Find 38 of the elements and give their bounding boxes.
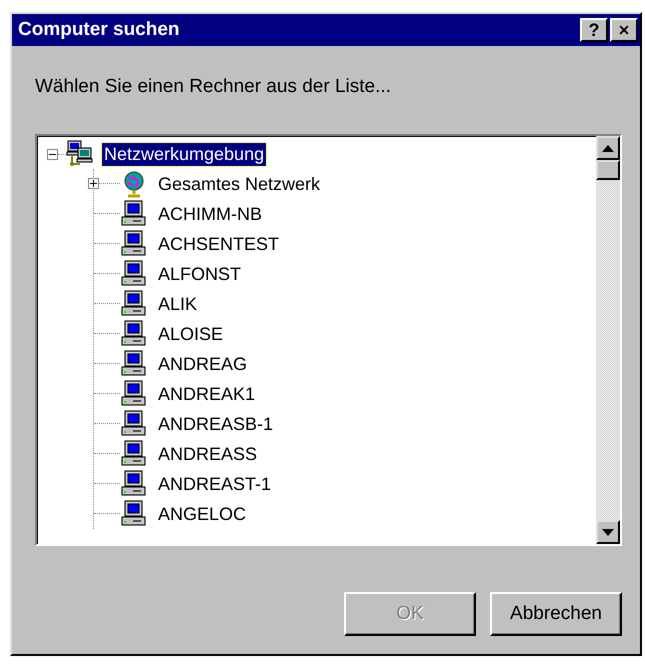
- tree-item[interactable]: ANDREASS: [156, 442, 260, 466]
- scroll-thumb[interactable]: [596, 160, 620, 180]
- computer-icon: [120, 350, 148, 378]
- tree-item[interactable]: ANDREAG: [156, 352, 250, 376]
- tree-item[interactable]: ANDREAST-1: [156, 472, 274, 496]
- scroll-down-button[interactable]: [596, 520, 620, 544]
- cancel-button[interactable]: Abbrechen: [490, 592, 622, 636]
- tree-item[interactable]: ALOISE: [156, 322, 226, 346]
- network-computers-icon: [66, 140, 94, 168]
- up-arrow-icon: [602, 144, 614, 152]
- collapse-icon[interactable]: [47, 148, 58, 160]
- computer-icon: [120, 440, 148, 468]
- tree-item[interactable]: ACHSENTEST: [156, 232, 282, 256]
- computer-icon: [120, 410, 148, 438]
- down-arrow-icon: [602, 528, 614, 536]
- tree-item[interactable]: Gesamtes Netzwerk: [156, 172, 322, 196]
- computer-icon: [120, 320, 148, 348]
- close-button[interactable]: ×: [610, 18, 638, 42]
- help-button[interactable]: ?: [580, 18, 608, 42]
- computer-icon: [120, 230, 148, 258]
- tree-item[interactable]: ALIK: [156, 292, 200, 316]
- computer-icon: [120, 380, 148, 408]
- computer-icon: [120, 500, 148, 528]
- computer-icon: [120, 200, 148, 228]
- expand-icon[interactable]: [88, 178, 99, 189]
- tree-item[interactable]: ANDREAK1: [156, 382, 258, 406]
- tree-item[interactable]: ANGELOC: [156, 502, 248, 526]
- vertical-scrollbar[interactable]: [596, 136, 620, 544]
- scroll-up-button[interactable]: [596, 136, 620, 160]
- window-title: Computer suchen: [18, 19, 180, 41]
- tree-item[interactable]: Netzwerkumgebung: [102, 142, 266, 166]
- tree-item[interactable]: ALFONST: [156, 262, 244, 286]
- computer-icon: [120, 260, 148, 288]
- computer-icon: [120, 470, 148, 498]
- tree-item[interactable]: ANDREASB-1: [156, 412, 276, 436]
- prompt-text: Wählen Sie einen Rechner aus der Liste...: [35, 76, 392, 98]
- computer-icon: [120, 290, 148, 318]
- tree-item[interactable]: ACHIMM-NB: [156, 202, 264, 226]
